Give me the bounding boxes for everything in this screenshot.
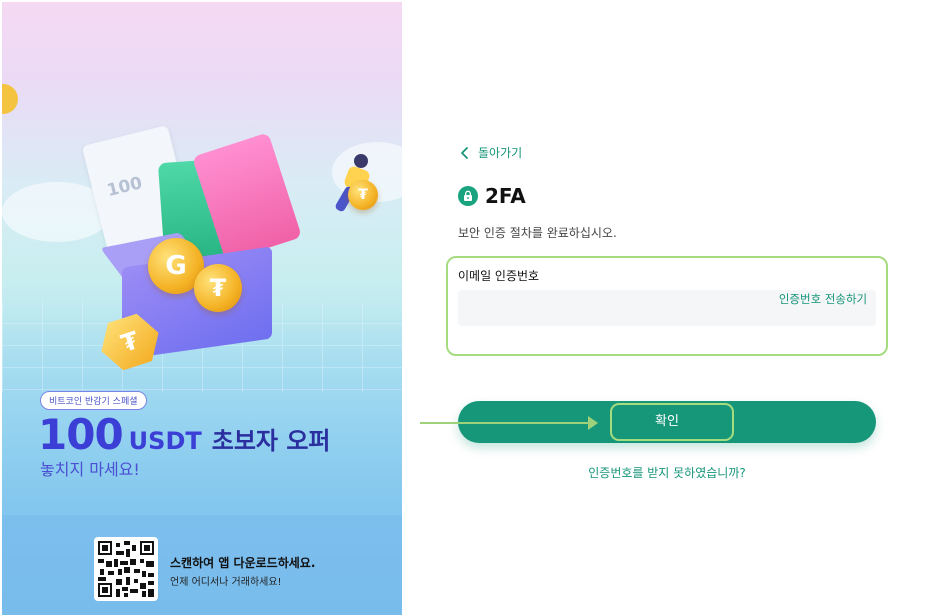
page-description: 보안 인증 절차를 완료하십시오. (458, 226, 617, 240)
lock-icon (458, 186, 478, 206)
promo-badge: 비트코인 반감기 스페셜 (40, 391, 147, 410)
chevron-left-icon (461, 146, 468, 159)
qr-title: 스캔하여 앱 다운로드하세요. (170, 556, 316, 570)
twofa-form-panel: 돌아가기 2FA 보안 인증 절차를 완료하십시오. 이메일 인증번호 인증번호… (402, 0, 927, 615)
coin-decoration: ₮ (348, 180, 378, 210)
confirm-button-highlight (610, 403, 734, 441)
qr-subtitle: 언제 어디서나 거래하세요! (170, 577, 282, 588)
promo-banner: 100 G ₮ ₮ ₮ 비트코인 반감기 스페셜 100 USDT 초보자 오퍼… (2, 2, 402, 615)
promo-subline: 놓치지 마세요! (40, 460, 140, 479)
promo-offer-text: 초보자 오퍼 (211, 427, 331, 455)
coin-letter: G (165, 251, 187, 281)
receipt-amount: 100 (105, 173, 145, 202)
annotation-arrow-line (420, 422, 592, 424)
email-code-input[interactable] (466, 290, 770, 328)
qr-code-icon (98, 541, 154, 597)
send-code-button[interactable]: 인증번호 전송하기 (778, 290, 868, 308)
page-title-row: 2FA (458, 184, 526, 208)
back-link-label: 돌아가기 (478, 146, 523, 160)
promo-headline: 100 USDT 초보자 오퍼 (38, 410, 331, 459)
code-not-received-link[interactable]: 인증번호를 받지 못하였습니까? (458, 464, 876, 481)
qr-code (94, 537, 158, 601)
annotation-arrow-head (588, 416, 598, 430)
page-title: 2FA (485, 184, 526, 208)
email-code-field: 인증번호 전송하기 (458, 290, 876, 328)
coin-decoration (2, 84, 18, 114)
promo-unit: USDT (128, 427, 202, 455)
tether-coin-icon: ₮ (194, 264, 242, 312)
promo-amount: 100 (38, 410, 124, 459)
email-code-label: 이메일 인증번호 (458, 269, 540, 283)
back-link[interactable]: 돌아가기 (458, 144, 522, 161)
email-code-field-highlight: 이메일 인증번호 인증번호 전송하기 (446, 256, 888, 356)
